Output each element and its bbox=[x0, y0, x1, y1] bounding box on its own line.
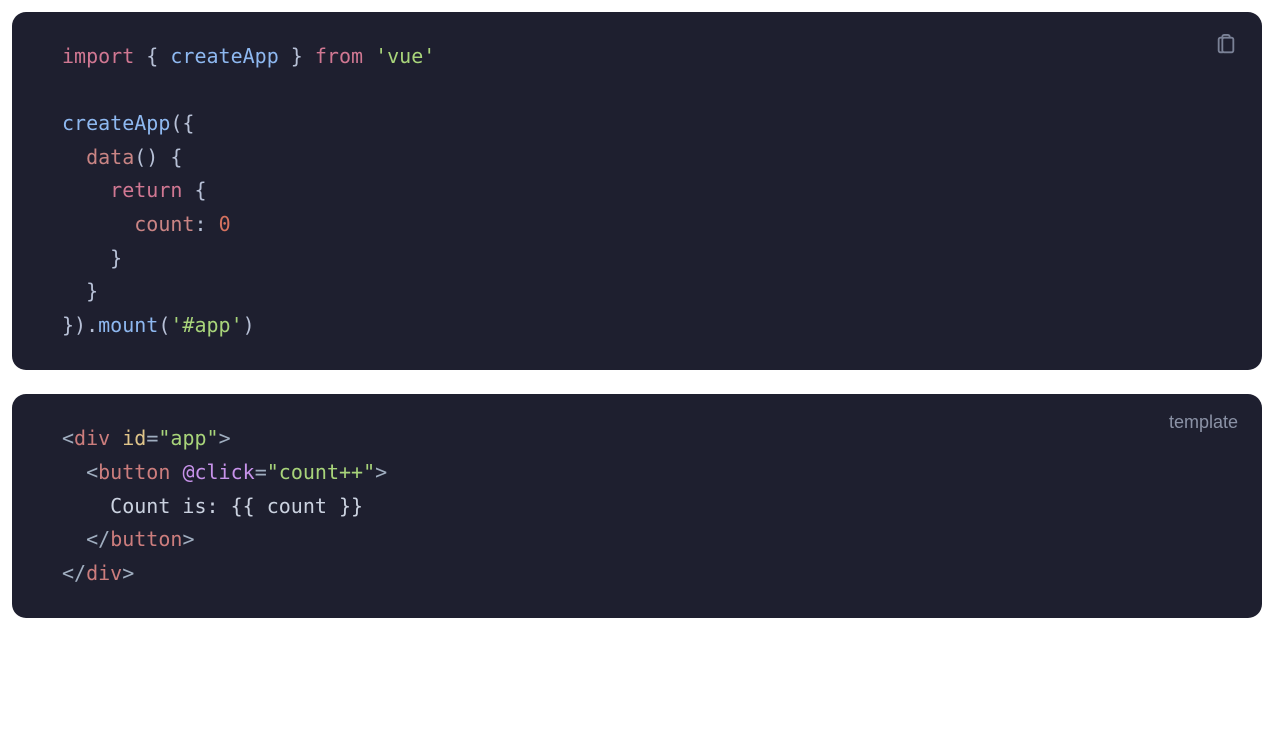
token: mount bbox=[98, 313, 158, 337]
token: "app" bbox=[158, 426, 218, 450]
token bbox=[62, 279, 86, 303]
token: } bbox=[86, 279, 98, 303]
code-block-js: import { createApp } from 'vue' createAp… bbox=[12, 12, 1262, 370]
token: div bbox=[74, 426, 110, 450]
token: Count is: {{ count }} bbox=[110, 494, 363, 518]
token bbox=[170, 460, 182, 484]
token bbox=[62, 178, 110, 202]
token bbox=[62, 212, 134, 236]
language-label: template bbox=[1169, 412, 1238, 433]
token: createApp bbox=[62, 111, 170, 135]
clipboard-icon bbox=[1215, 34, 1237, 59]
token bbox=[62, 246, 110, 270]
token: "count++" bbox=[267, 460, 375, 484]
token: < bbox=[62, 426, 74, 450]
token: id bbox=[122, 426, 146, 450]
token: button bbox=[110, 527, 182, 551]
token: ({ bbox=[170, 111, 194, 135]
token: { bbox=[182, 178, 206, 202]
token: @click bbox=[182, 460, 254, 484]
token: button bbox=[98, 460, 170, 484]
token: from bbox=[315, 44, 363, 68]
token: 0 bbox=[219, 212, 231, 236]
token: > bbox=[122, 561, 134, 585]
token: > bbox=[219, 426, 231, 450]
token: }). bbox=[62, 313, 98, 337]
token: > bbox=[375, 460, 387, 484]
token: return bbox=[110, 178, 182, 202]
token: } bbox=[110, 246, 122, 270]
code-content-template: <div id="app"> <button @click="count++">… bbox=[62, 422, 1212, 590]
token: '#app' bbox=[170, 313, 242, 337]
token: = bbox=[146, 426, 158, 450]
token: = bbox=[255, 460, 267, 484]
token: } bbox=[279, 44, 315, 68]
token: createApp bbox=[170, 44, 278, 68]
token bbox=[62, 145, 86, 169]
token: { bbox=[134, 44, 170, 68]
token: ( bbox=[158, 313, 170, 337]
token: () { bbox=[134, 145, 182, 169]
code-block-template: template <div id="app"> <button @click="… bbox=[12, 394, 1262, 618]
token bbox=[62, 527, 86, 551]
token: count bbox=[134, 212, 194, 236]
token bbox=[110, 426, 122, 450]
copy-button[interactable] bbox=[1210, 30, 1242, 62]
token: div bbox=[86, 561, 122, 585]
token: </ bbox=[62, 561, 86, 585]
token: import bbox=[62, 44, 134, 68]
token: > bbox=[182, 527, 194, 551]
token: : bbox=[194, 212, 218, 236]
token: < bbox=[86, 460, 98, 484]
token: ) bbox=[243, 313, 255, 337]
token: 'vue' bbox=[375, 44, 435, 68]
token bbox=[363, 44, 375, 68]
code-content-js: import { createApp } from 'vue' createAp… bbox=[62, 40, 1212, 342]
token bbox=[62, 460, 86, 484]
token: </ bbox=[86, 527, 110, 551]
token bbox=[62, 494, 110, 518]
token: data bbox=[86, 145, 134, 169]
